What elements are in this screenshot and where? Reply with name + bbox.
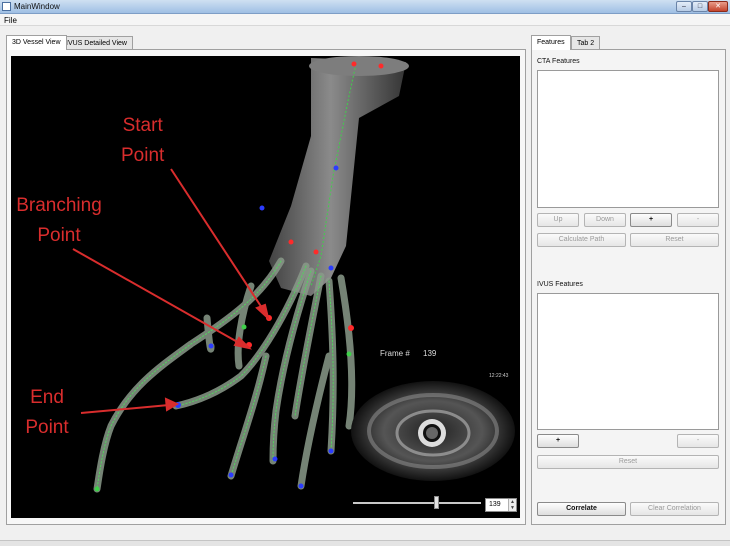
frame-label: Frame #: [380, 349, 410, 358]
aorta-surface: [269, 58, 406, 296]
arrow-start-point: [170, 168, 265, 312]
frame-slider-handle[interactable]: [434, 496, 440, 509]
annotation-branching-point: Branching Point: [16, 195, 102, 246]
app-icon: [2, 2, 11, 11]
tab-ivus-detailed-view[interactable]: IVUS Detailed View: [60, 36, 133, 50]
tab-features[interactable]: Features: [531, 35, 571, 50]
maximize-button[interactable]: □: [692, 1, 708, 12]
vessel-3d-viewport[interactable]: Start Point Branching Point End Point Fr…: [11, 56, 520, 518]
cta-down-button[interactable]: Down: [584, 213, 626, 227]
ivus-timestamp: 12:22:43: [489, 373, 509, 379]
ivus-reset-button[interactable]: Reset: [537, 455, 719, 469]
window-bottom-edge: [0, 540, 730, 546]
spin-down-icon[interactable]: ▼: [509, 505, 516, 511]
cta-up-button[interactable]: Up: [537, 213, 579, 227]
spin-arrows[interactable]: ▲ ▼: [508, 499, 516, 511]
window-title: MainWindow: [14, 2, 60, 11]
ivus-remove-button[interactable]: -: [677, 434, 719, 448]
title-bar: MainWindow – □ ✕: [0, 0, 730, 14]
minimize-button[interactable]: –: [676, 1, 692, 12]
frame-spinbox[interactable]: 139 ▲ ▼: [485, 498, 517, 512]
annotation-start-point: Start Point: [121, 115, 165, 166]
arrow-branching-point: [72, 248, 242, 345]
ivus-features-label: IVUS Features: [537, 281, 583, 288]
correlate-button[interactable]: Correlate: [537, 502, 626, 516]
cta-features-list[interactable]: [537, 70, 719, 208]
ivus-frame-image: [351, 381, 515, 481]
close-button[interactable]: ✕: [708, 1, 728, 12]
annotation-end-point: End Point: [25, 387, 69, 438]
tab-3d-vessel-view[interactable]: 3D Vessel View: [6, 35, 67, 50]
clear-correlation-button[interactable]: Clear Correlation: [630, 502, 719, 516]
calculate-path-button[interactable]: Calculate Path: [537, 233, 626, 247]
frame-spinbox-value: 139: [489, 501, 501, 508]
frame-number: 139: [423, 349, 437, 358]
coronary-tree: [93, 257, 356, 493]
vessel-rendering: [72, 56, 515, 493]
frame-slider-track[interactable]: [353, 502, 481, 504]
cta-features-label: CTA Features: [537, 58, 580, 65]
menu-file[interactable]: File: [4, 16, 17, 25]
cta-reset-button[interactable]: Reset: [630, 233, 719, 247]
cta-remove-button[interactable]: -: [677, 213, 719, 227]
aorta-top-opening: [309, 56, 409, 76]
cta-add-button[interactable]: +: [630, 213, 672, 227]
tab-2[interactable]: Tab 2: [571, 36, 601, 50]
menu-bar: File: [0, 14, 730, 26]
ivus-features-list[interactable]: [537, 293, 719, 430]
ivus-add-button[interactable]: +: [537, 434, 579, 448]
